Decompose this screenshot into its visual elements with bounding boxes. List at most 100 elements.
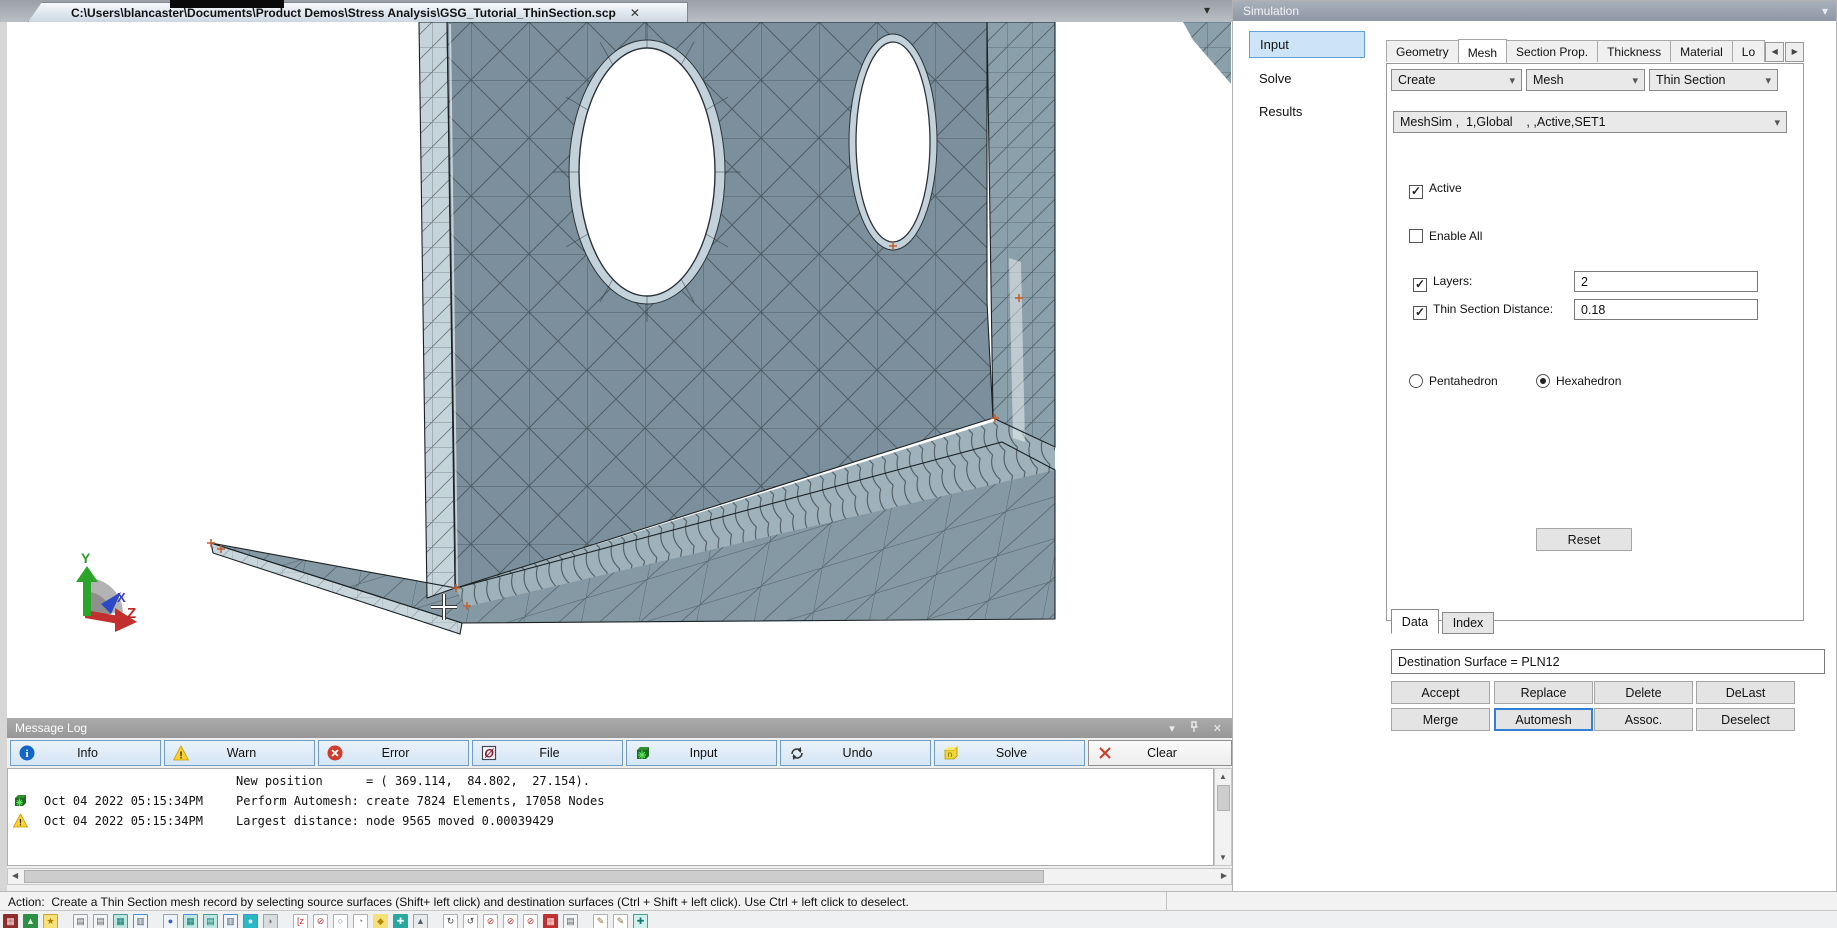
message-log-titlebar[interactable]: Message Log ▾ ✕: [7, 718, 1232, 738]
toolbar-icon[interactable]: ▲: [413, 914, 428, 928]
scrollbar-thumb[interactable]: [1217, 785, 1230, 811]
toolbar-icon[interactable]: ↺: [463, 914, 478, 928]
scroll-up-icon[interactable]: ▲: [1215, 772, 1231, 781]
toolbar-icon[interactable]: ▦: [183, 914, 198, 928]
toolbar-icon[interactable]: [z: [293, 914, 308, 928]
destination-surface-input[interactable]: Destination Surface = PLN12: [1391, 649, 1825, 674]
message-log-body[interactable]: New position = ( 369.114, 84.802, 27.154…: [7, 768, 1214, 866]
replace-button[interactable]: Replace: [1494, 681, 1593, 704]
toolbar-icon[interactable]: ◔: [353, 914, 368, 928]
merge-button[interactable]: Merge: [1391, 708, 1490, 731]
toolbar-icon[interactable]: ◆: [373, 914, 388, 928]
toolbar-icon[interactable]: ▤: [73, 914, 88, 928]
tab-scroll-right-icon[interactable]: ▶: [1785, 42, 1804, 62]
thin-section-distance-checkbox[interactable]: Thin Section Distance:: [1413, 302, 1553, 320]
redaction-bar: [170, 0, 284, 8]
toolbar-icon[interactable]: ⊘: [503, 914, 518, 928]
layers-checkbox[interactable]: Layers:: [1413, 274, 1472, 292]
close-icon[interactable]: ✕: [1213, 722, 1222, 735]
file-filter-button[interactable]: Ø File: [472, 740, 623, 766]
chevron-down-icon[interactable]: ▾: [1169, 722, 1175, 735]
tab-thickness[interactable]: Thickness: [1597, 40, 1671, 62]
toolbar-icon[interactable]: ✎: [593, 914, 608, 928]
delete-button[interactable]: Delete: [1594, 681, 1693, 704]
sidebar-item-results[interactable]: Results: [1249, 98, 1365, 125]
radio-selected-icon[interactable]: [1536, 374, 1550, 388]
reset-button[interactable]: Reset: [1536, 528, 1632, 551]
tab-geometry[interactable]: Geometry: [1386, 40, 1459, 62]
tab-material[interactable]: Material: [1670, 40, 1733, 62]
viewport-3d[interactable]: Y X Z: [0, 22, 1232, 718]
info-filter-button[interactable]: i Info: [10, 740, 161, 766]
toolbar-icon[interactable]: ▤: [93, 914, 108, 928]
toolbar-icon[interactable]: ✚: [393, 914, 408, 928]
scrollbar-thumb[interactable]: [24, 870, 1044, 883]
toolbar-icon[interactable]: ▲: [23, 914, 38, 928]
delast-button[interactable]: DeLast: [1696, 681, 1795, 704]
warn-filter-button[interactable]: ! Warn: [164, 740, 315, 766]
toolbar-icon[interactable]: ⊘: [523, 914, 538, 928]
pin-icon[interactable]: [1189, 721, 1199, 736]
chevron-down-icon[interactable]: ▾: [1204, 3, 1210, 17]
toolbar-icon[interactable]: ▥: [133, 914, 148, 928]
horizontal-scrollbar[interactable]: ◀ ▶: [7, 868, 1232, 885]
radio-unselected-icon[interactable]: [1409, 374, 1423, 388]
automesh-button[interactable]: Automesh: [1494, 708, 1593, 731]
chevron-down-icon[interactable]: ▾: [1822, 4, 1828, 18]
tab-section-prop[interactable]: Section Prop.: [1506, 40, 1598, 62]
assoc-button[interactable]: Assoc.: [1594, 708, 1693, 731]
layers-input[interactable]: 2: [1574, 271, 1758, 292]
entity-dropdown[interactable]: Mesh: [1526, 69, 1645, 91]
close-icon[interactable]: ✕: [630, 6, 640, 20]
input-filter-button[interactable]: Input: [626, 740, 777, 766]
toolbar-icon[interactable]: ▦: [3, 914, 18, 928]
tab-mesh[interactable]: Mesh: [1458, 39, 1507, 63]
toolbar-icon[interactable]: ●: [243, 914, 258, 928]
toolbar-icon[interactable]: ★: [43, 914, 58, 928]
vertical-scrollbar[interactable]: ▲ ▼: [1214, 768, 1232, 866]
action-dropdown[interactable]: Create: [1391, 69, 1522, 91]
toolbar-icon[interactable]: ▦: [113, 914, 128, 928]
toolbar-icon[interactable]: ○: [333, 914, 348, 928]
toolbar-icon[interactable]: ▤: [563, 914, 578, 928]
checkbox-checked-icon[interactable]: [1413, 306, 1427, 320]
tab-index[interactable]: Index: [1442, 612, 1494, 634]
scroll-down-icon[interactable]: ▼: [1215, 853, 1231, 862]
checkbox-checked-icon[interactable]: [1409, 185, 1423, 199]
svg-text:i: i: [25, 748, 28, 760]
accept-button[interactable]: Accept: [1391, 681, 1490, 704]
mesh-record-dropdown[interactable]: MeshSim , 1,Global , ,Active,SET1: [1393, 111, 1787, 133]
tab-data[interactable]: Data: [1391, 609, 1439, 634]
checkbox-unchecked-icon[interactable]: [1409, 229, 1423, 243]
undo-filter-button[interactable]: Undo: [780, 740, 931, 766]
hexahedron-radio[interactable]: Hexahedron: [1536, 374, 1621, 388]
toolbar-icon[interactable]: ↻: [443, 914, 458, 928]
toolbar-icon[interactable]: ⊘: [483, 914, 498, 928]
toolbar-icon[interactable]: ●: [163, 914, 178, 928]
enable-all-checkbox[interactable]: Enable All: [1409, 229, 1482, 243]
toolbar-icon[interactable]: ✎: [613, 914, 628, 928]
pentahedron-radio[interactable]: Pentahedron: [1409, 374, 1498, 388]
toolbar-icon[interactable]: ⊘: [313, 914, 328, 928]
simulation-panel-header[interactable]: Simulation ▾: [1233, 1, 1836, 21]
file-tab[interactable]: C:\Users\blancaster\Documents\Product De…: [28, 2, 688, 22]
thin-section-distance-input[interactable]: 0.18: [1574, 299, 1758, 320]
toolbar-icon[interactable]: ▦: [543, 914, 558, 928]
error-filter-button[interactable]: Error: [318, 740, 469, 766]
toolbar-icon[interactable]: ▥: [223, 914, 238, 928]
toolbar-icon[interactable]: ◗: [263, 914, 278, 928]
deselect-button[interactable]: Deselect: [1696, 708, 1795, 731]
mesh-type-dropdown[interactable]: Thin Section: [1649, 69, 1778, 91]
toolbar-icon[interactable]: ▤: [203, 914, 218, 928]
sidebar-item-solve[interactable]: Solve: [1249, 65, 1365, 92]
checkbox-checked-icon[interactable]: [1413, 278, 1427, 292]
scroll-left-icon[interactable]: ◀: [12, 871, 18, 880]
scroll-right-icon[interactable]: ▶: [1221, 871, 1227, 880]
toolbar-icon[interactable]: ✚: [633, 914, 648, 928]
tab-loads-truncated[interactable]: Lo: [1732, 40, 1765, 62]
tab-scroll-left-icon[interactable]: ◀: [1765, 42, 1784, 62]
clear-log-button[interactable]: Clear: [1088, 740, 1232, 766]
active-checkbox[interactable]: Active: [1409, 181, 1462, 199]
solve-filter-button[interactable]: n Solve: [934, 740, 1085, 766]
sidebar-item-input[interactable]: Input: [1249, 31, 1365, 58]
